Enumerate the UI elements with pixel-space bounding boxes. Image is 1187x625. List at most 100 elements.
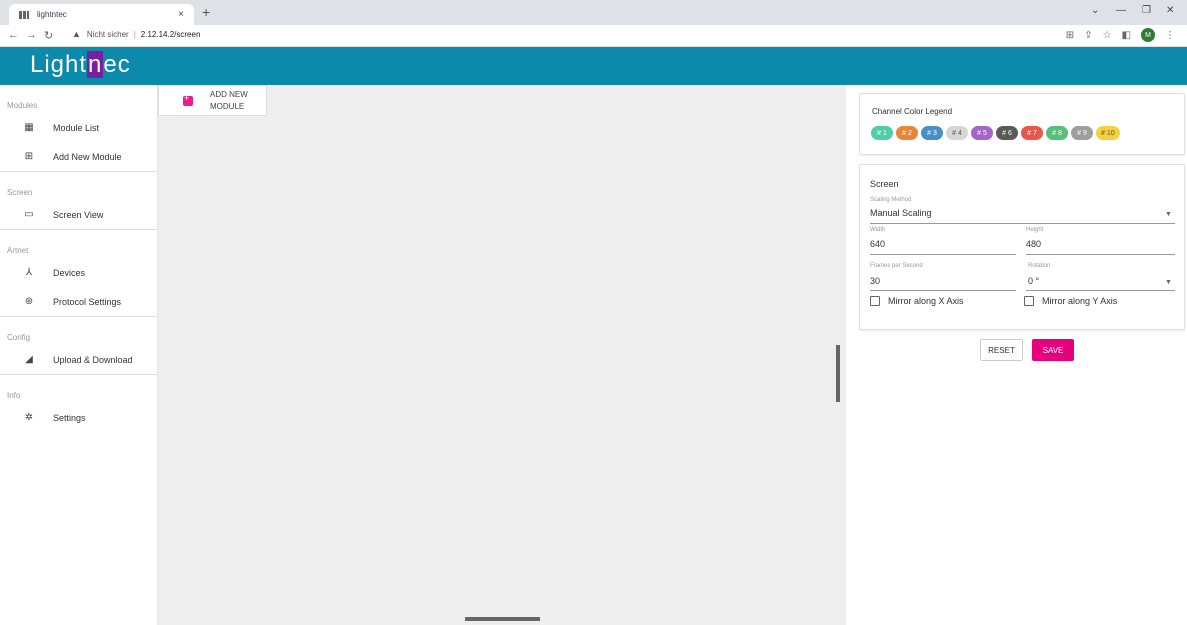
tab-close-button[interactable]: ×: [178, 9, 184, 20]
fps-label: Frames per Second: [870, 263, 923, 269]
width-label: Width: [870, 227, 886, 233]
sidebar-item-settings[interactable]: ✲ Settings: [0, 403, 157, 432]
url-text: 2.12.14.2/screen: [140, 29, 201, 39]
sidebar-item-label: Protocol Settings: [53, 296, 122, 307]
sidebar-item-label: Module List: [53, 122, 100, 133]
menu-kebab-icon[interactable]: ⋮: [1165, 30, 1175, 41]
bookmark-star-icon[interactable]: ☆: [1103, 30, 1112, 41]
screen-canvas[interactable]: ADD NEW MODULE: [158, 85, 846, 625]
profile-avatar[interactable]: M: [1141, 28, 1155, 42]
mirror-x-label: Mirror along X Axis: [888, 296, 964, 306]
reset-button[interactable]: RESET: [980, 339, 1023, 361]
legend-chip: # 8: [1046, 126, 1068, 140]
horizontal-scrollbar[interactable]: [465, 617, 540, 621]
address-bar: ← → ↻ ▲ Nicht sicher | 2.12.14.2/screen …: [0, 25, 1187, 47]
url-field[interactable]: ▲ Nicht sicher | 2.12.14.2/screen: [72, 29, 200, 39]
dmx-connector-icon: ⊛: [24, 296, 34, 307]
rotation-select[interactable]: 0 °: [1028, 276, 1039, 286]
app-header: Lightnec: [0, 47, 1187, 85]
mirror-y-label: Mirror along Y Axis: [1042, 296, 1118, 306]
security-label: Nicht sicher: [86, 29, 129, 39]
tab-search-icon[interactable]: ⌄: [1091, 5, 1099, 16]
sidebar-item-label: Add New Module: [53, 151, 122, 162]
height-underline: [1026, 254, 1175, 255]
sidebar-item-screen-view[interactable]: ▭ Screen View: [0, 200, 157, 229]
logo-text-mark: n: [87, 51, 104, 78]
gear-icon: ✲: [24, 412, 34, 423]
rotation-underline: [1026, 290, 1175, 291]
chevron-down-icon[interactable]: ▼: [1165, 211, 1172, 218]
sidebar-item-add-new-module[interactable]: ⊞ Add New Module: [0, 142, 157, 171]
legend-chip: # 10: [1096, 126, 1120, 140]
vertical-scrollbar[interactable]: [836, 345, 840, 402]
rotation-label: Rotation: [1028, 263, 1051, 269]
maximize-button[interactable]: ❐: [1142, 5, 1151, 16]
save-button[interactable]: SAVE: [1032, 339, 1074, 361]
hub-icon: ⅄: [25, 267, 33, 278]
height-input[interactable]: 480: [1026, 239, 1041, 249]
minimize-button[interactable]: —: [1116, 5, 1126, 16]
height-label: Height: [1026, 227, 1044, 233]
signal-gear-icon: ◢: [25, 354, 33, 365]
legend-title: Channel Color Legend: [872, 107, 953, 116]
sidepanel-icon[interactable]: ◧: [1122, 30, 1131, 41]
section-title-modules: Modules: [7, 101, 38, 110]
sidebar-item-upload-download[interactable]: ◢ Upload & Download: [0, 345, 157, 374]
legend-chips: # 1 # 2 # 3 # 4 # 5 # 6 # 7 # 8 # 9 # 10: [871, 126, 1120, 140]
fps-input[interactable]: 30: [870, 276, 880, 286]
sidebar-item-protocol-settings[interactable]: ⊛ Protocol Settings: [0, 287, 157, 316]
width-underline: [870, 254, 1016, 255]
scaling-method-select[interactable]: Manual Scaling: [870, 208, 932, 218]
mirror-y-checkbox[interactable]: Mirror along Y Axis: [1024, 296, 1117, 306]
sidebar-item-devices[interactable]: ⅄ Devices: [0, 258, 157, 287]
mirror-x-checkbox[interactable]: Mirror along X Axis: [870, 296, 964, 306]
checkbox-box[interactable]: [870, 296, 880, 306]
width-input[interactable]: 640: [870, 239, 885, 249]
back-icon[interactable]: ←: [8, 29, 19, 41]
translate-icon[interactable]: ⊞: [1066, 30, 1074, 41]
sidebar-item-label: Devices: [53, 267, 86, 278]
url-separator: |: [133, 29, 136, 39]
checkbox-box[interactable]: [1024, 296, 1034, 306]
legend-chip: # 5: [971, 126, 993, 140]
browser-tab[interactable]: lightntec ×: [9, 4, 194, 25]
logo-text-pre: Light: [30, 51, 88, 78]
browser-tabbar: lightntec × + ⌄ — ❐ ✕: [0, 0, 1187, 25]
section-title-artnet: Artnet: [7, 246, 29, 255]
browser-actions: ⊞ ⇪ ☆ ◧ M ⋮: [1066, 28, 1175, 42]
sidebar-item-label: Upload & Download: [53, 354, 133, 365]
add-module-label: ADD NEW MODULE: [210, 89, 248, 111]
lightntec-logo[interactable]: Lightnec: [30, 51, 131, 79]
sidebar: Modules ▦ Module List ⊞ Add New Module S…: [0, 85, 158, 625]
add-new-module-button[interactable]: ADD NEW MODULE: [158, 85, 267, 116]
sidebar-item-label: Screen View: [53, 209, 104, 220]
tab-title: lightntec: [37, 10, 67, 19]
grid-icon: ▦: [24, 122, 34, 133]
share-icon[interactable]: ⇪: [1084, 30, 1092, 41]
add-box-icon: ⊞: [24, 151, 34, 162]
screen-card-title: Screen: [870, 179, 899, 189]
chevron-down-icon[interactable]: ▼: [1165, 279, 1172, 286]
legend-chip: # 6: [996, 126, 1018, 140]
right-panel: Channel Color Legend # 1 # 2 # 3 # 4 # 5 # 6 #…: [846, 85, 1187, 625]
reload-icon[interactable]: ↻: [44, 29, 53, 42]
section-title-info: Info: [7, 391, 21, 400]
legend-chip: # 3: [921, 126, 943, 140]
close-window-button[interactable]: ✕: [1166, 5, 1174, 16]
legend-chip: # 9: [1071, 126, 1093, 140]
scaling-method-label: Scaling Method: [870, 197, 912, 203]
forward-icon[interactable]: →: [26, 29, 37, 41]
warning-icon: ▲: [72, 29, 81, 39]
logo-text-post: ec: [103, 51, 131, 78]
new-tab-button[interactable]: +: [202, 4, 210, 20]
add-module-icon: [183, 93, 193, 106]
scaling-underline: [870, 223, 1175, 224]
channel-legend-card: Channel Color Legend # 1 # 2 # 3 # 4 # 5 # 6 #…: [859, 93, 1185, 155]
screen-settings-card: Screen Scaling Method Manual Scaling ▼ W…: [859, 164, 1185, 330]
section-title-screen: Screen: [7, 188, 33, 197]
legend-chip: # 7: [1021, 126, 1043, 140]
sidebar-item-label: Settings: [53, 412, 86, 423]
sidebar-item-module-list[interactable]: ▦ Module List: [0, 113, 157, 142]
legend-chip: # 4: [946, 126, 968, 140]
fps-underline: [870, 290, 1016, 291]
